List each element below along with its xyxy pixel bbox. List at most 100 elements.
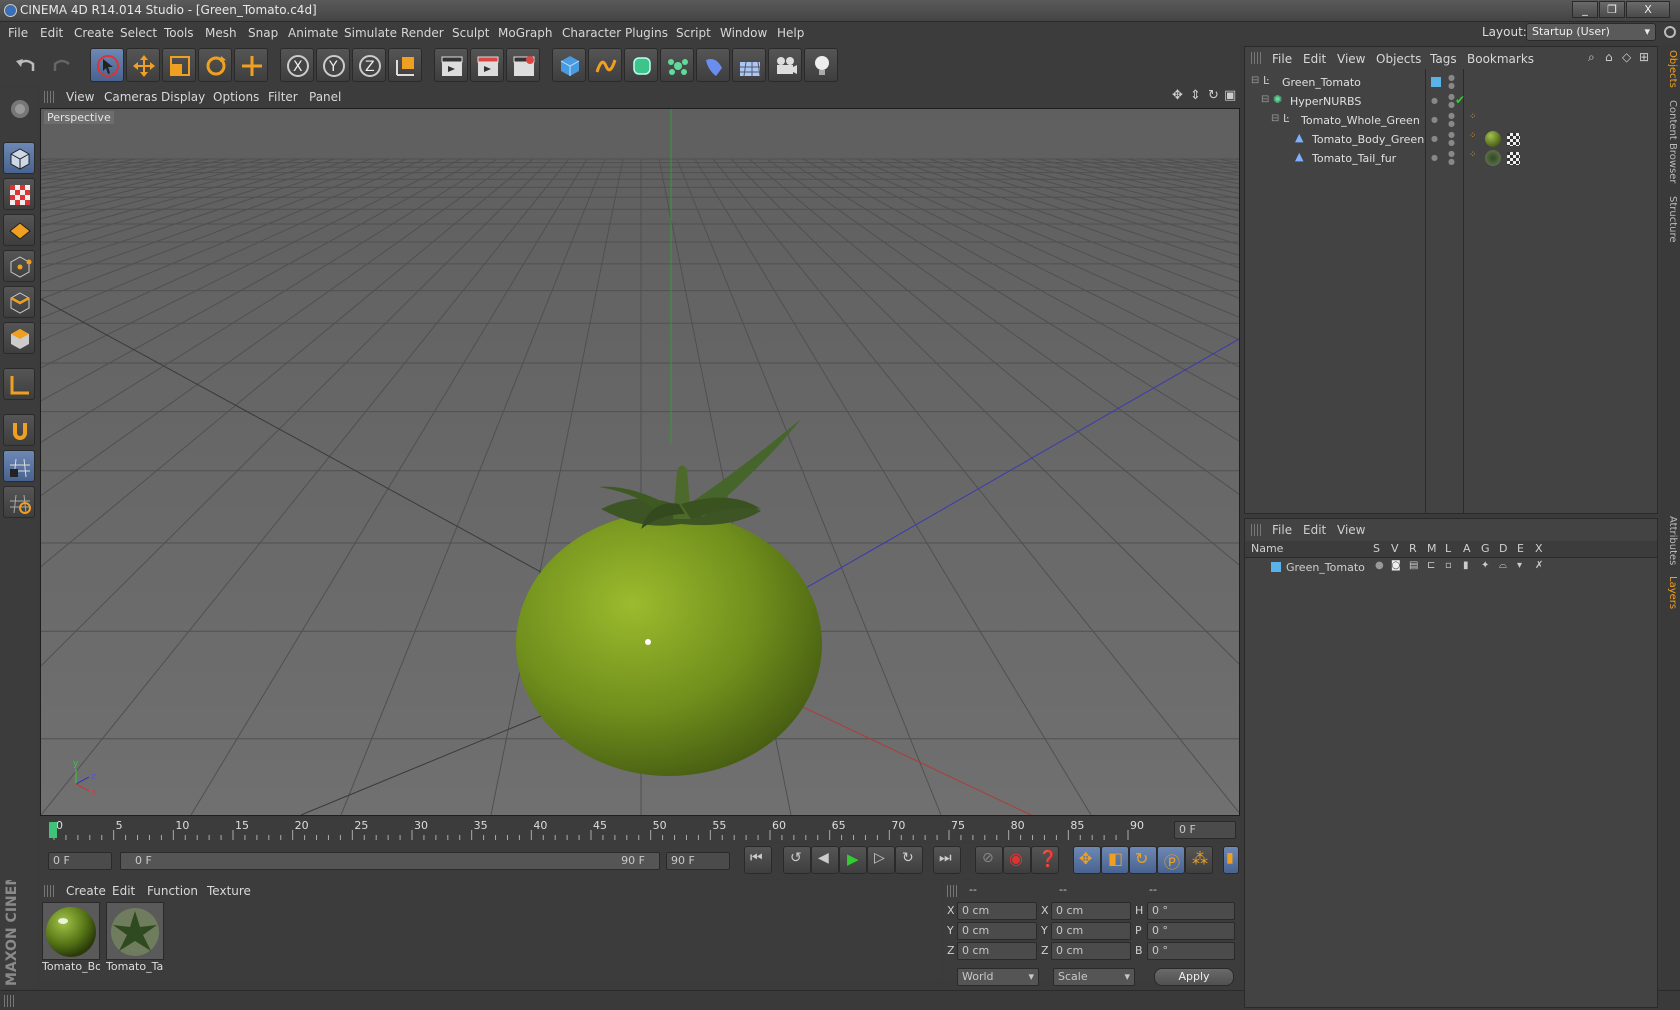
snap-button[interactable] [3, 414, 35, 446]
model-mode-button[interactable] [3, 142, 35, 174]
layer-row[interactable]: Green_Tomato ● ◙ ▤ ⊏ ▫ ▮ ✦ ⌓ ▾ ✗ [1245, 559, 1657, 577]
mat-menu-edit[interactable]: Edit [112, 884, 135, 898]
start-frame-field[interactable]: 0 F [48, 852, 112, 870]
mat-menu-create[interactable]: Create [66, 884, 106, 898]
obj-menu-bookmarks[interactable]: Bookmarks [1467, 52, 1534, 66]
vp-menu-panel[interactable]: Panel [309, 90, 341, 104]
layer-menu-view[interactable]: View [1337, 523, 1365, 537]
range-slider[interactable]: 0 F 90 F [120, 852, 660, 870]
transform-tool-button[interactable] [234, 48, 268, 82]
mat-menu-function[interactable]: Function [147, 884, 198, 898]
material-tag-icon[interactable] [1485, 131, 1501, 147]
tree-row-tomato-tail-fur[interactable]: ▲ Tomato_Tail_fur ● ● ● ⁘ [1245, 149, 1657, 168]
maximize-view-icon[interactable]: ▣ [1224, 88, 1236, 103]
add-nurbs-button[interactable] [624, 48, 658, 82]
menu-script[interactable]: Script [676, 26, 711, 40]
move-view-icon[interactable]: ✥ [1172, 88, 1183, 103]
render-picture-viewer-button[interactable] [470, 48, 504, 82]
tree-row-hypernurbs[interactable]: ⊟ ✺ HyperNURBS ● ● ● ✔ [1245, 92, 1657, 111]
add-camera-button[interactable] [768, 48, 802, 82]
col-xref[interactable]: X [1535, 542, 1543, 555]
vp-menu-filter[interactable]: Filter [268, 90, 298, 104]
new-window-icon[interactable]: ⊞ [1639, 50, 1649, 64]
collapse-icon[interactable]: ⊟ [1271, 113, 1279, 124]
menu-snap[interactable]: Snap [248, 26, 278, 40]
menu-character[interactable]: Character [562, 26, 621, 40]
rot-h-field[interactable]: 0 ° [1147, 902, 1235, 920]
menu-help[interactable]: Help [777, 26, 804, 40]
move-tool-button[interactable] [126, 48, 160, 82]
xref-toggle-icon[interactable]: ✗ [1535, 560, 1543, 571]
obj-menu-edit[interactable]: Edit [1303, 52, 1326, 66]
go-to-end-button[interactable]: ⏭ [933, 846, 961, 874]
col-name[interactable]: Name [1251, 542, 1283, 555]
playhead-marker[interactable] [49, 822, 57, 838]
obj-menu-view[interactable]: View [1337, 52, 1365, 66]
layer-menu-edit[interactable]: Edit [1303, 523, 1326, 537]
x-axis-lock-button[interactable]: X [280, 48, 314, 82]
phong-tag-icon[interactable]: ⁘ [1469, 131, 1477, 141]
coordinate-system-button[interactable] [388, 48, 422, 82]
rotate-tool-button[interactable] [198, 48, 232, 82]
menu-tools[interactable]: Tools [164, 26, 194, 40]
col-render[interactable]: R [1409, 542, 1417, 555]
menu-select[interactable]: Select [120, 26, 157, 40]
redo-button[interactable] [44, 48, 78, 82]
col-generators[interactable]: G [1481, 542, 1490, 555]
menu-animate[interactable]: Animate [288, 26, 338, 40]
vp-menu-view[interactable]: View [66, 90, 94, 104]
auto-keying-button[interactable]: ◉ [1003, 846, 1031, 874]
add-cube-button[interactable] [552, 48, 586, 82]
viewport-canvas[interactable]: y z x [41, 109, 1239, 815]
col-view[interactable]: V [1391, 542, 1399, 555]
obj-menu-file[interactable]: File [1272, 52, 1292, 66]
layer-menu-file[interactable]: File [1272, 523, 1292, 537]
add-light-button[interactable] [804, 48, 838, 82]
menu-simulate[interactable]: Simulate [344, 26, 397, 40]
planar-workplane-button[interactable] [3, 486, 35, 518]
rot-p-field[interactable]: 0 ° [1147, 922, 1235, 940]
polygons-mode-button[interactable] [3, 322, 35, 354]
maximize-button[interactable]: ❐ [1599, 1, 1625, 18]
previous-key-button[interactable]: ↺ [783, 846, 811, 874]
menu-create[interactable]: Create [74, 26, 114, 40]
next-frame-button[interactable]: ▷ [867, 846, 895, 874]
rot-b-field[interactable]: 0 ° [1147, 942, 1235, 960]
scale-tool-button[interactable] [162, 48, 196, 82]
enabled-check-icon[interactable]: ✔ [1455, 93, 1465, 107]
zoom-view-icon[interactable]: ⇕ [1190, 88, 1201, 103]
texture-mode-button[interactable] [3, 178, 35, 210]
add-spline-button[interactable] [588, 48, 622, 82]
render-view-button[interactable] [434, 48, 468, 82]
y-axis-lock-button[interactable]: Y [316, 48, 350, 82]
deformer-toggle-icon[interactable]: ⌓ [1499, 560, 1507, 571]
play-button[interactable]: ▶ [839, 846, 867, 874]
viewport-label[interactable]: Perspective [44, 111, 114, 124]
menu-mesh[interactable]: Mesh [205, 26, 237, 40]
z-axis-lock-button[interactable]: Z [352, 48, 386, 82]
render-toggle-icon[interactable]: ▤ [1409, 560, 1418, 571]
phong-tag-icon[interactable]: ⁘ [1469, 150, 1477, 160]
key-scale-button[interactable]: ◧ [1101, 846, 1129, 874]
obj-menu-tags[interactable]: Tags [1430, 52, 1457, 66]
collapse-icon[interactable]: ⊟ [1261, 94, 1269, 105]
col-deformers[interactable]: D [1499, 542, 1507, 555]
expression-toggle-icon[interactable]: ▾ [1517, 560, 1522, 571]
home-icon[interactable]: ⌂ [1605, 50, 1613, 64]
key-rotation-button[interactable]: ↻ [1129, 846, 1157, 874]
tab-content-browser[interactable]: Content Browser [1662, 100, 1678, 183]
uvw-tag-icon[interactable] [1507, 152, 1520, 165]
size-x-field[interactable]: 0 cm [1051, 902, 1131, 920]
add-deformer-button[interactable] [696, 48, 730, 82]
lock-toggle-icon[interactable]: ▫ [1445, 560, 1452, 571]
size-y-field[interactable]: 0 cm [1051, 922, 1131, 940]
render-settings-button[interactable] [506, 48, 540, 82]
generator-toggle-icon[interactable]: ✦ [1481, 560, 1489, 571]
pos-x-field[interactable]: 0 cm [957, 902, 1037, 920]
menu-window[interactable]: Window [720, 26, 767, 40]
tab-attributes[interactable]: Attributes [1662, 516, 1678, 565]
coord-space-select[interactable]: World ▾ [957, 968, 1039, 986]
phong-tag-icon[interactable]: ⁘ [1469, 112, 1477, 122]
key-position-button[interactable]: ✥ [1073, 846, 1101, 874]
menu-sculpt[interactable]: Sculpt [452, 26, 489, 40]
